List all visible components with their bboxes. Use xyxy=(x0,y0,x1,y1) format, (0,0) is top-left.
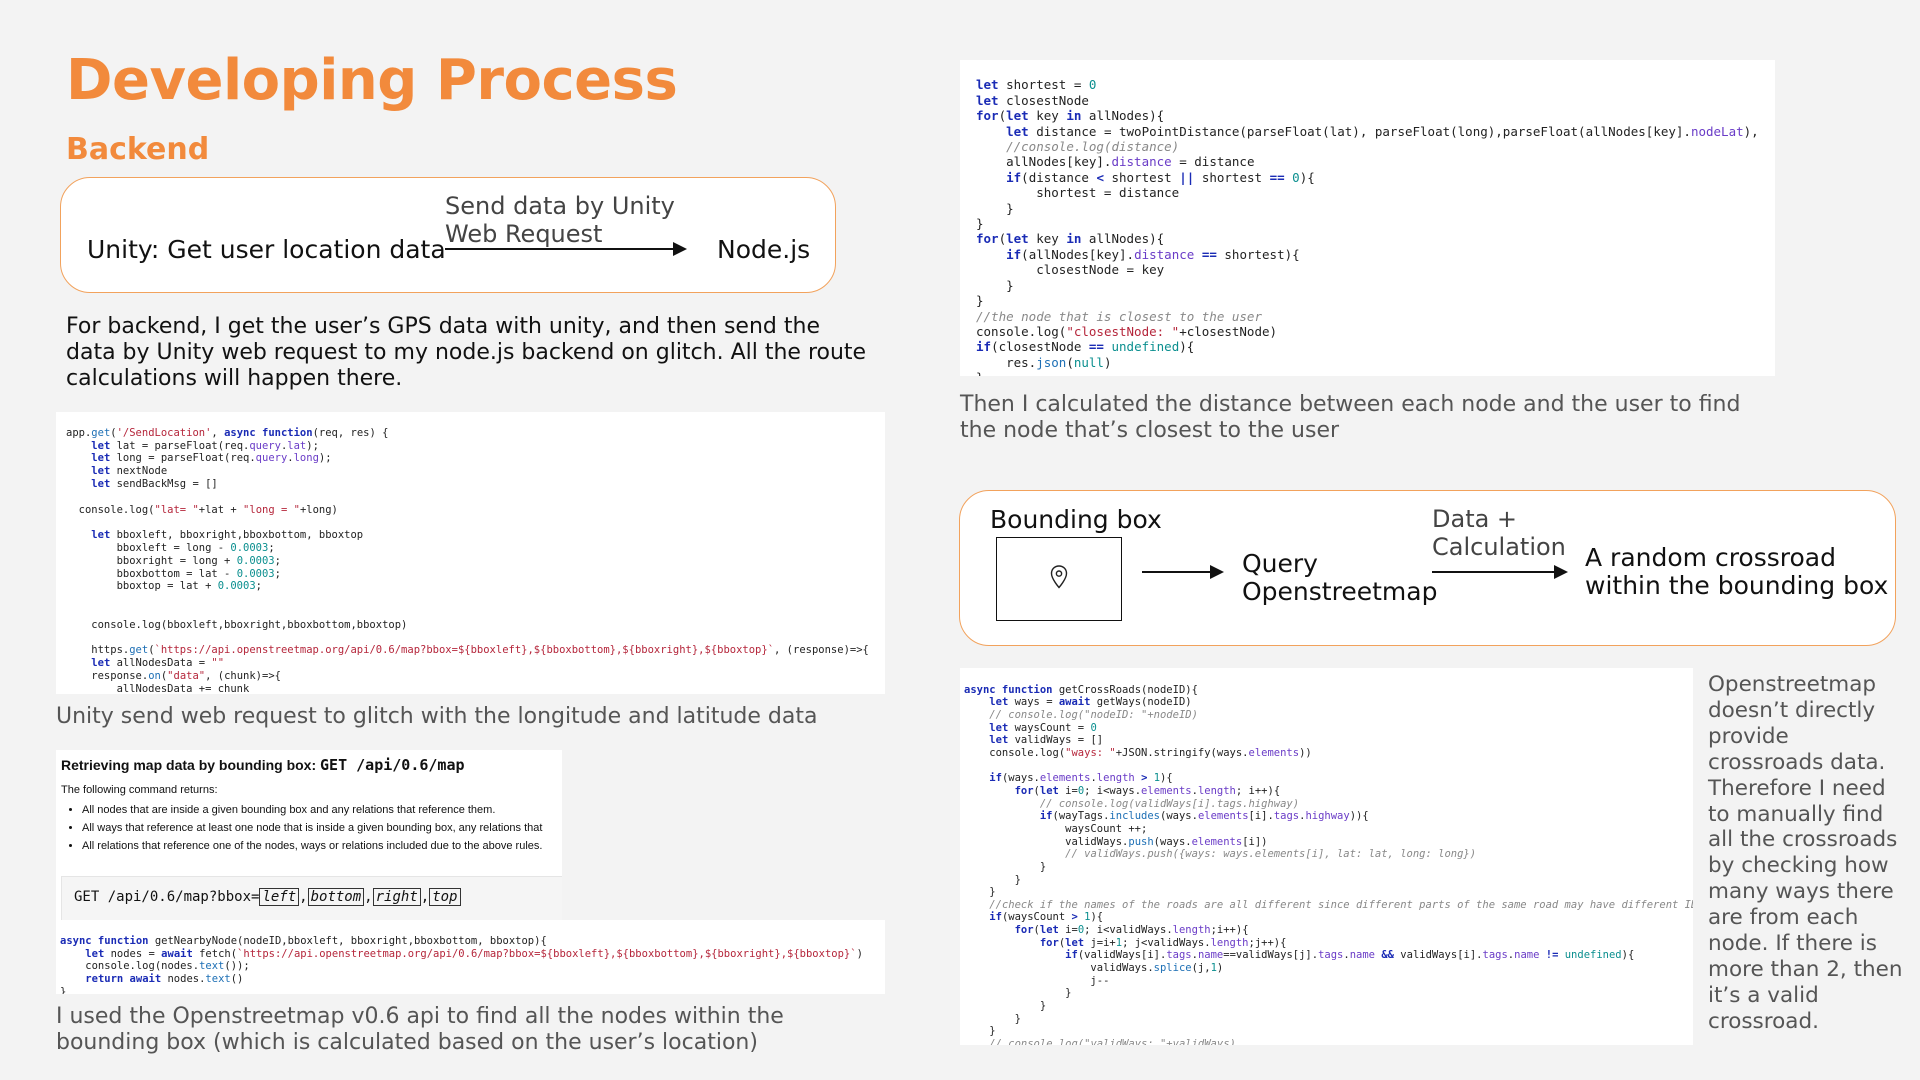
doc-bullets: All nodes that are inside a given boundi… xyxy=(56,800,562,858)
flow-arrow-line xyxy=(445,248,675,250)
flow-query-2: Openstreetmap xyxy=(1242,577,1438,606)
doc-url: GET /api/0.6/map?bbox= left, bottom, right,… xyxy=(74,888,461,906)
caption-closest-node: Then I calculated the distance between e… xyxy=(960,392,1741,443)
code-send-location: app.get('/SendLocation', async function(… xyxy=(56,412,885,694)
flow2-label-2: Calculation xyxy=(1432,533,1566,561)
code-nearby-node: async function getNearbyNode(nodeID,bbox… xyxy=(56,920,885,994)
flow-send-label-2: Web Request xyxy=(445,220,603,248)
doc-returns: The following command returns: xyxy=(61,784,218,796)
flow-box-unity-node: Unity: Get user location data Send data … xyxy=(60,177,836,293)
flow-result-2: within the bounding box xyxy=(1585,571,1889,600)
flow-unity-label: Unity: Get user location data xyxy=(87,235,446,264)
flow2-arrow-icon-1 xyxy=(1210,565,1224,579)
location-pin-icon xyxy=(1050,565,1068,589)
flow2-arrow-line-1 xyxy=(1142,571,1212,573)
code-cross-roads: async function getCrossRoads(nodeID){ le… xyxy=(960,668,1693,1045)
caption-osm-api: I used the Openstreetmap v0.6 api to fin… xyxy=(56,1004,784,1055)
crossroads-note: Openstreetmap doesn’t directly provide c… xyxy=(1708,672,1903,1034)
flow-node-label: Node.js xyxy=(717,235,811,264)
code-closest-node: let shortest = 0 let closestNode for(let k… xyxy=(960,60,1775,376)
flow-result-1: A random crossroad xyxy=(1585,543,1836,572)
doc-bullet: All nodes that are inside a given boundi… xyxy=(82,804,562,816)
flow-query-1: Query xyxy=(1242,549,1318,578)
flow2-arrow-icon-2 xyxy=(1554,565,1568,579)
doc-bullet: All relations that reference one of the … xyxy=(82,840,562,852)
flow2-arrow-line-2 xyxy=(1432,571,1556,573)
doc-url-box: GET /api/0.6/map?bbox= left, bottom, right,… xyxy=(61,876,562,920)
flow-bbox-title: Bounding box xyxy=(990,505,1162,534)
doc-bullet: All ways that reference at least one nod… xyxy=(82,822,562,834)
section-subtitle: Backend xyxy=(66,132,210,167)
flow-arrow-icon xyxy=(673,242,687,256)
caption-unity-request: Unity send web request to glitch with th… xyxy=(56,704,818,729)
doc-heading: Retrieving map data by bounding box: GET… xyxy=(61,756,465,774)
page-title: Developing Process xyxy=(66,48,678,113)
flow-send-label-1: Send data by Unity xyxy=(445,192,675,220)
flow2-label-1: Data + xyxy=(1432,505,1518,533)
osm-api-doc: Retrieving map data by bounding box: GET… xyxy=(56,750,562,920)
backend-description: For backend, I get the user’s GPS data w… xyxy=(66,314,867,391)
bbox-rectangle xyxy=(996,537,1122,621)
flow-box-bounding: Bounding box Query Openstreetmap Data + … xyxy=(959,490,1896,646)
